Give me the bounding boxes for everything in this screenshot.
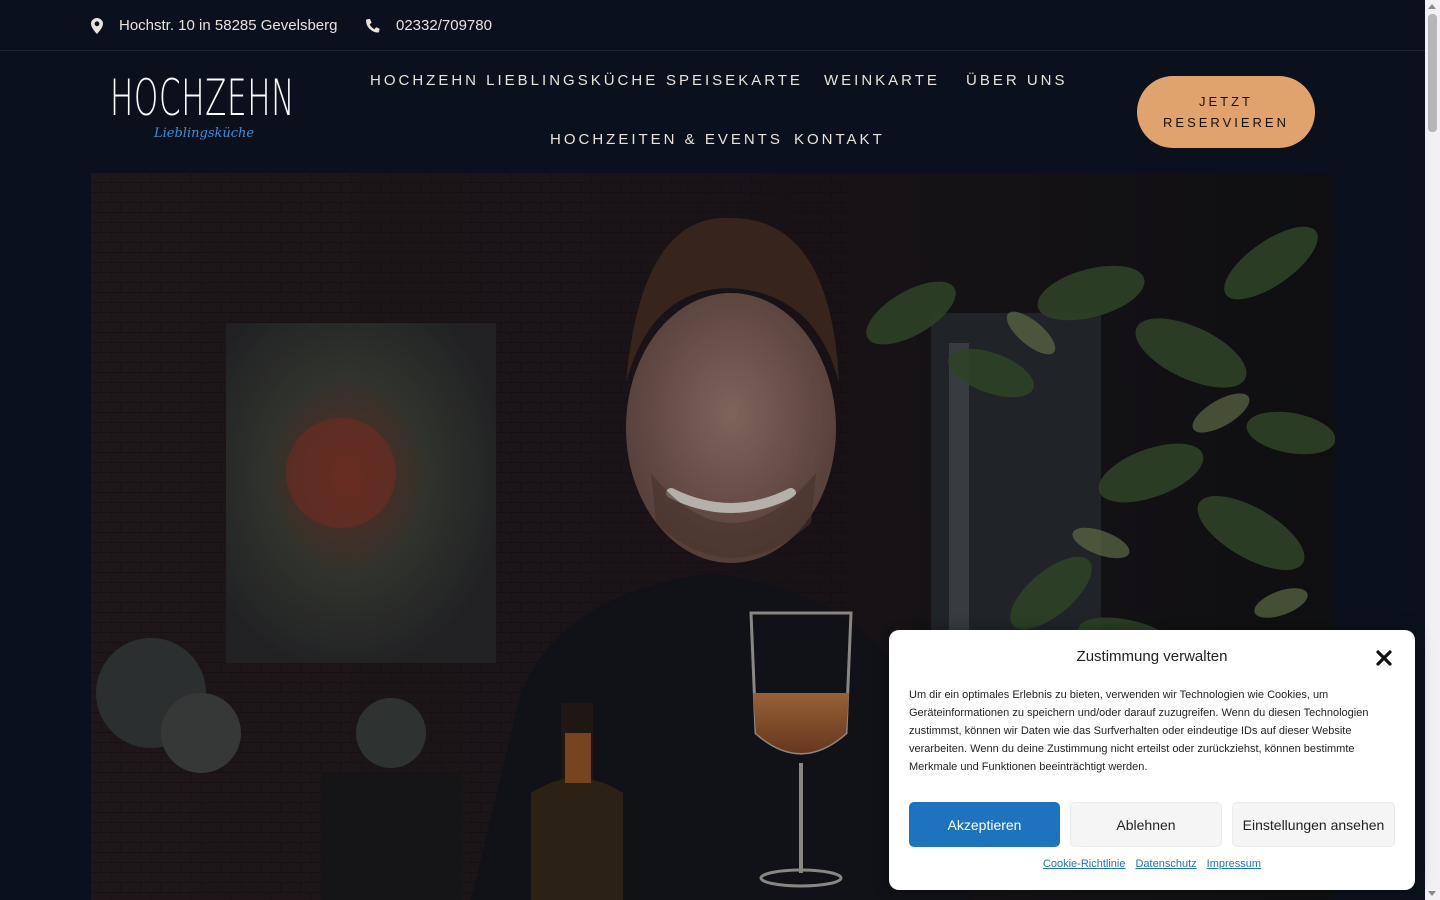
accept-button[interactable]: Akzeptieren [909, 802, 1060, 847]
phone-text: 02332/709780 [396, 17, 492, 34]
logo-wordmark: HOCHZEHN [110, 69, 295, 127]
address-link[interactable]: Hochstr. 10 in 58285 Gevelsberg [91, 0, 337, 51]
deny-button[interactable]: Ablehnen [1070, 802, 1222, 847]
top-info-bar: Hochstr. 10 in 58285 Gevelsberg 02332/70… [0, 0, 1425, 51]
cookie-dialog-title: Zustimmung verwalten [1076, 648, 1228, 665]
nav-item-weinkarte[interactable]: WEINKARTE [824, 72, 940, 89]
logo-tagline: Lieblingsküche [154, 126, 255, 141]
site-header: HOCHZEHN Lieblingsküche HOCHZEHN LIEBLIN… [0, 51, 1425, 173]
privacy-link[interactable]: Datenschutz [1135, 858, 1196, 870]
scroll-down-arrow-icon[interactable] [1428, 891, 1436, 896]
nav-item-hochzehn-lieblingskueche[interactable]: HOCHZEHN LIEBLINGSKÜCHE [370, 72, 658, 89]
nav-item-hochzeiten-events[interactable]: HOCHZEITEN & EVENTS [550, 131, 783, 148]
site-logo[interactable]: HOCHZEHN Lieblingsküche [110, 68, 294, 150]
imprint-link[interactable]: Impressum [1207, 858, 1261, 870]
reserve-button-line1: JETZT [1199, 94, 1253, 109]
cookie-dialog-links: Cookie-Richtlinie Datenschutz Impressum [889, 858, 1415, 870]
nav-item-speisekarte[interactable]: SPEISEKARTE [666, 72, 803, 89]
cookie-dialog-text: Um dir ein optimales Erlebnis zu bieten,… [909, 689, 1369, 773]
view-preferences-button[interactable]: Einstellungen ansehen [1232, 802, 1395, 847]
map-pin-icon [91, 17, 105, 34]
phone-link[interactable]: 02332/709780 [366, 0, 492, 51]
cookie-policy-link[interactable]: Cookie-Richtlinie [1043, 858, 1126, 870]
scrollbar-thumb[interactable] [1428, 14, 1437, 132]
nav-item-kontakt[interactable]: KONTAKT [794, 131, 885, 148]
close-icon[interactable] [1373, 647, 1395, 669]
address-text: Hochstr. 10 in 58285 Gevelsberg [119, 17, 338, 34]
scroll-up-arrow-icon[interactable] [1428, 4, 1436, 9]
reserve-button[interactable]: JETZT RESERVIEREN [1137, 76, 1315, 148]
reserve-button-line2: RESERVIEREN [1163, 115, 1289, 130]
page-scrollbar[interactable] [1425, 0, 1440, 900]
phone-icon [366, 18, 380, 34]
nav-item-ueber-uns[interactable]: ÜBER UNS [966, 72, 1068, 89]
cookie-consent-dialog: Zustimmung verwalten Um dir ein optimale… [889, 630, 1415, 890]
